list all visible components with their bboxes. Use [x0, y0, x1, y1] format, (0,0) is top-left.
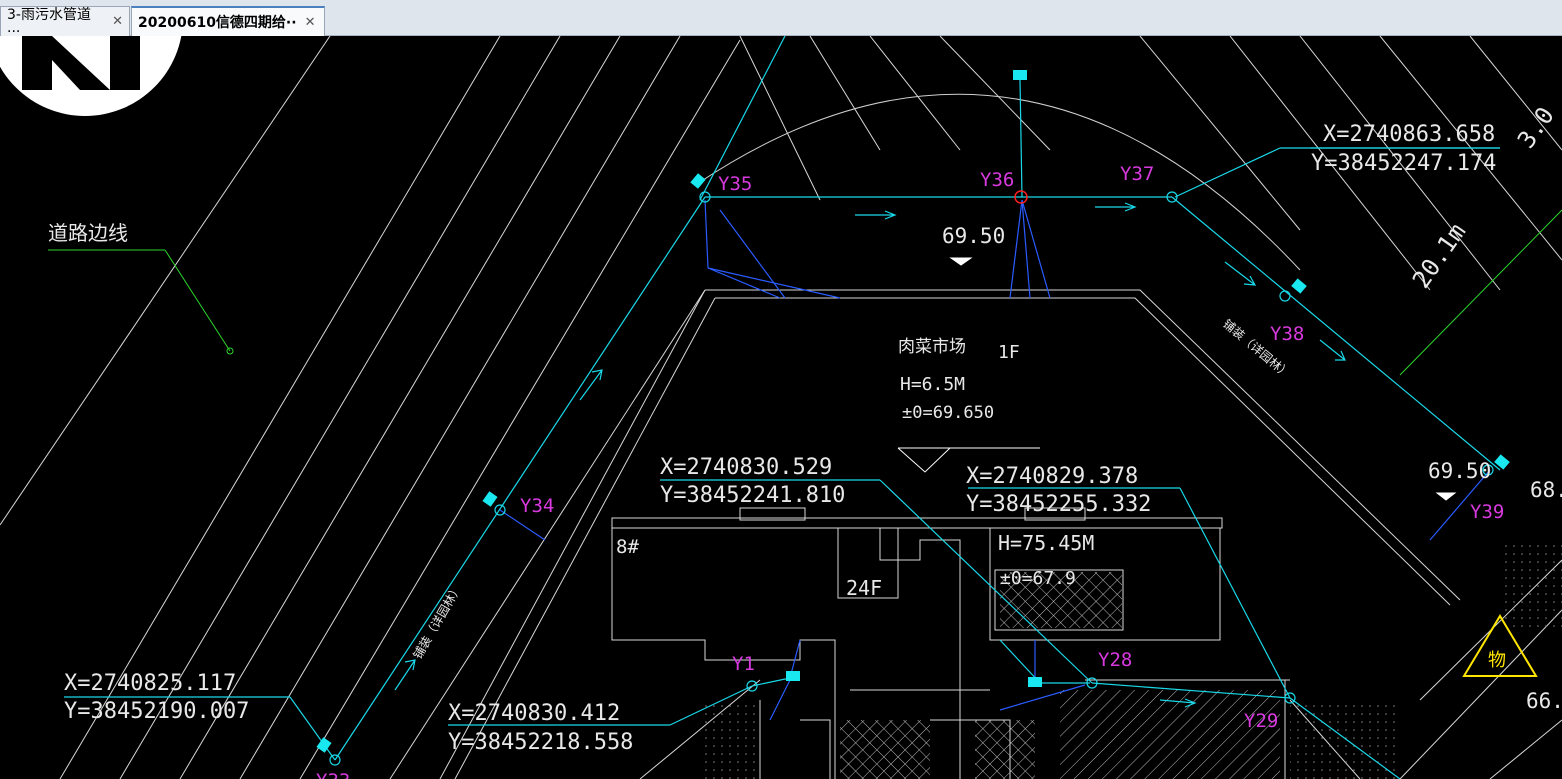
- pipe-note: 铺装（详园林）: [410, 581, 465, 661]
- close-icon[interactable]: ✕: [112, 14, 123, 29]
- hatch-area: [1060, 690, 1280, 779]
- building-height: H=75.45M: [998, 531, 1094, 555]
- building-floors: 24F: [846, 576, 882, 600]
- tab-label: 20200610信德四期给··: [138, 15, 297, 31]
- cad-drawing-canvas[interactable]: 道路边线 肉菜市场 1F H=6.5M ±0=69.650 8# 24F H=7…: [0, 36, 1562, 779]
- level-label: 69.50: [1428, 459, 1491, 483]
- well-label: Y28: [1098, 649, 1132, 671]
- building-elevation: ±0=67.9: [1000, 568, 1076, 589]
- level-label: 68.5: [1530, 478, 1562, 502]
- dimension-label: 20.1m: [1407, 218, 1471, 293]
- coord-y: Y=38452247.174: [1311, 151, 1496, 176]
- hatch-area: [840, 720, 930, 779]
- coord-x: X=2740825.117: [64, 671, 236, 696]
- coord-x: X=2740829.378: [966, 464, 1138, 489]
- tab-label: 3-雨污水管道···: [7, 6, 91, 40]
- coord-y: Y=38452218.558: [448, 730, 633, 755]
- service-lines: [499, 199, 1491, 721]
- coord-x: X=2740830.529: [660, 455, 832, 480]
- road-edge-label: 道路边线: [48, 221, 128, 245]
- hazard-icon: 物: [1488, 650, 1506, 671]
- well-label: Y38: [1270, 323, 1304, 345]
- dimension-label: 3.0: [1512, 102, 1560, 154]
- road-edge-leader: [48, 209, 1562, 376]
- tab-rain-sewage[interactable]: 3-雨污水管道··· ✕: [0, 6, 130, 40]
- coord-y: Y=38452255.332: [966, 492, 1151, 517]
- hatch-area: [975, 720, 1035, 779]
- market-elevation: ±0=69.650: [902, 403, 994, 423]
- level-label: 69.50: [942, 224, 1005, 248]
- market-name: 肉菜市场: [898, 337, 966, 357]
- coord-y: Y=38452190.007: [64, 699, 249, 724]
- level-label: 66.5: [1526, 689, 1562, 713]
- well-label: Y29: [1244, 710, 1278, 732]
- well-label: Y35: [718, 173, 752, 195]
- market-height: H=6.5M: [900, 374, 965, 395]
- hatch-area: [700, 700, 760, 779]
- well-label: Y1: [732, 653, 755, 675]
- market-floors: 1F: [998, 342, 1020, 363]
- building-number: 8#: [616, 536, 639, 558]
- drawing-labels: 道路边线 肉菜市场 1F H=6.5M ±0=69.650 8# 24F H=7…: [48, 102, 1562, 779]
- hatch-area: [1500, 540, 1562, 630]
- north-arrow-icon: [0, 36, 182, 116]
- pipe-network: [64, 36, 1501, 779]
- well-label: Y37: [1120, 163, 1154, 185]
- tab-water-supply[interactable]: 20200610信德四期给·· ✕: [131, 6, 325, 36]
- well-label: Y34: [520, 495, 554, 517]
- coord-x: X=2740863.658: [1323, 122, 1495, 147]
- well-label: Y39: [1470, 501, 1504, 523]
- well-label: Y36: [980, 169, 1014, 191]
- well-label: Y33: [316, 770, 350, 779]
- coord-x: X=2740830.412: [448, 701, 620, 726]
- coord-y: Y=38452241.810: [660, 483, 845, 508]
- close-icon[interactable]: ✕: [305, 15, 316, 30]
- tab-bar: 3-雨污水管道··· ✕ 20200610信德四期给·· ✕: [0, 0, 1562, 40]
